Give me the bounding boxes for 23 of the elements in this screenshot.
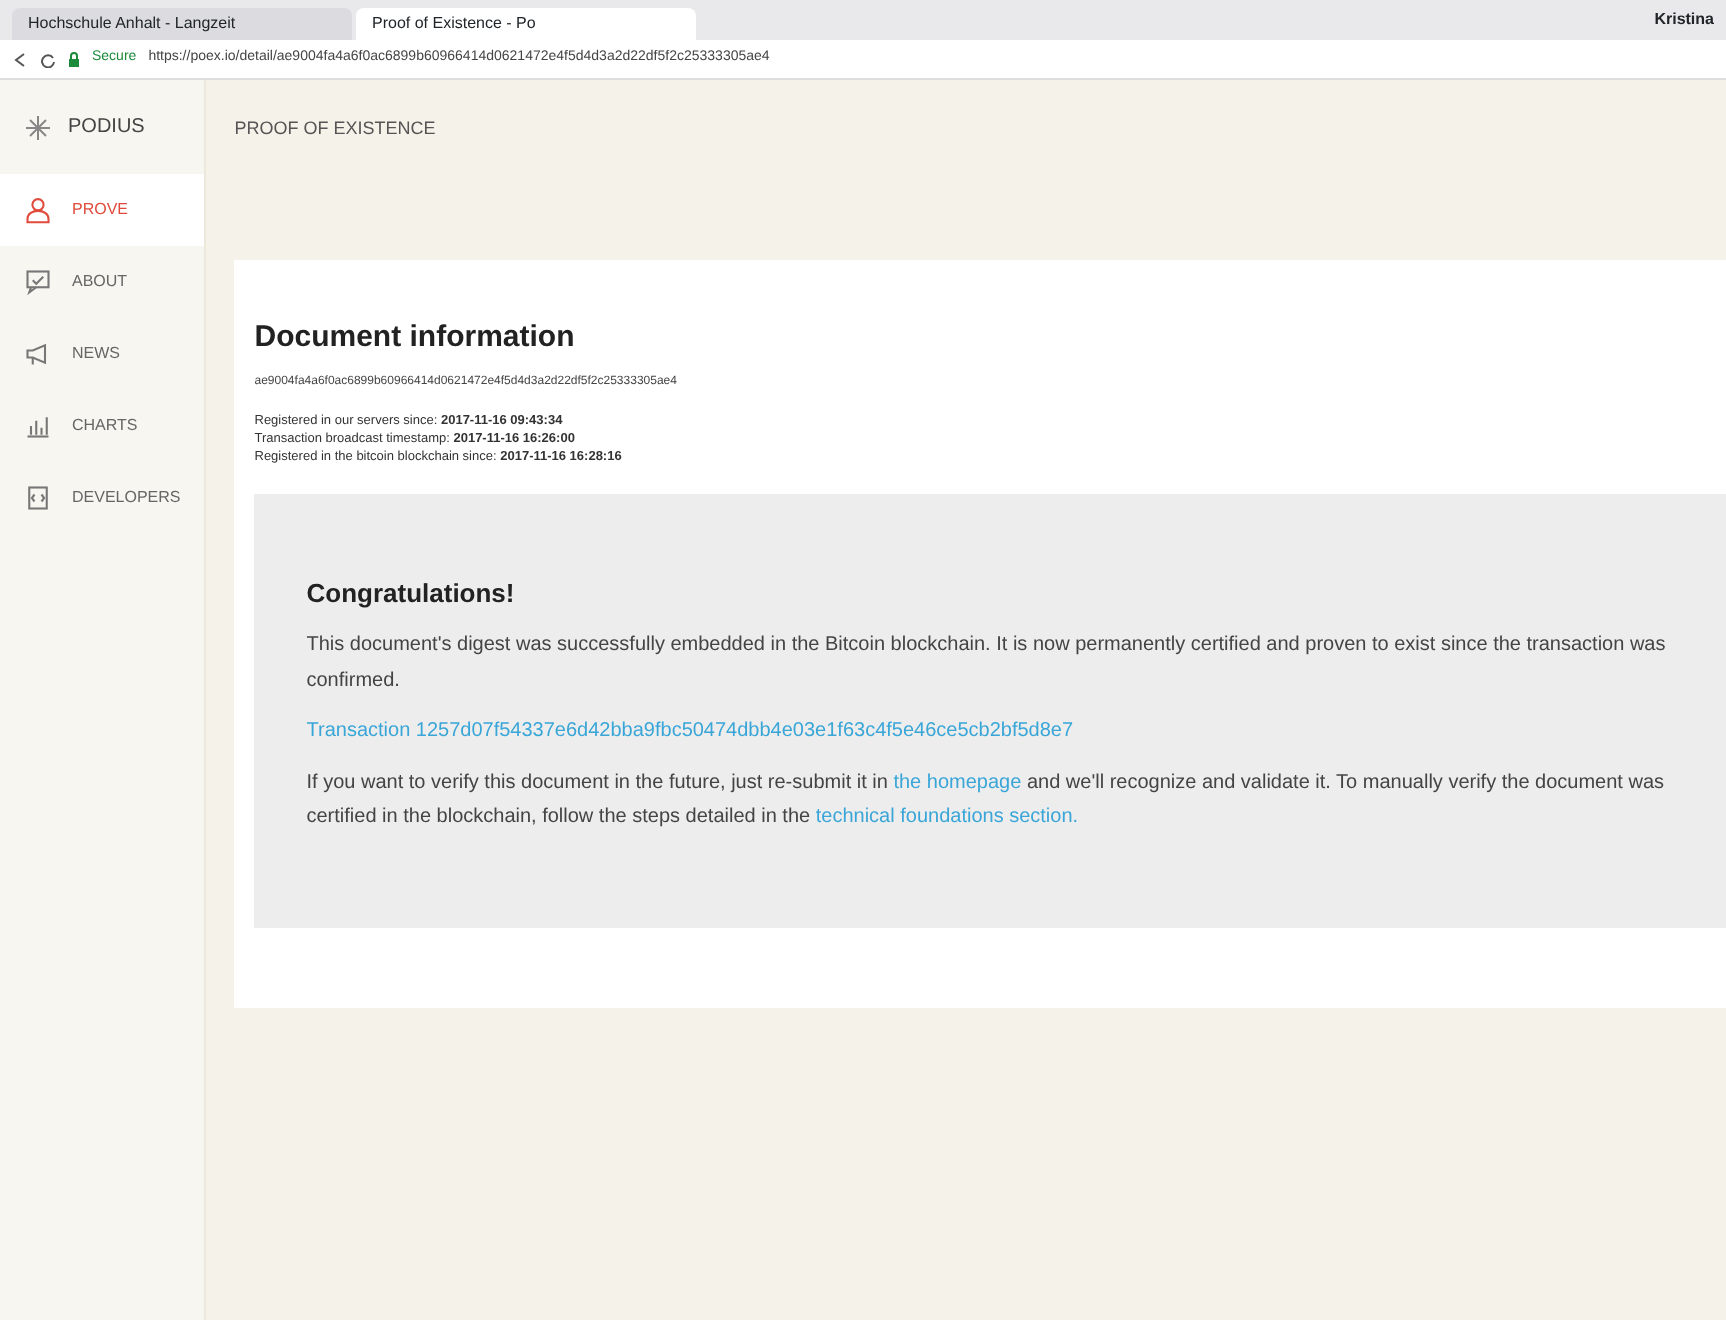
logo-icon [24,113,52,141]
person-icon [24,196,52,224]
browser-tab[interactable]: Hochschule Anhalt - Langzeit [12,8,352,40]
result-title: Congratulations! [306,575,517,612]
sidebar-item[interactable]: PROVE [0,174,205,246]
back-icon[interactable] [12,51,28,67]
chart-icon [24,412,52,440]
verify-paragraph: If you want to verify this document in the future, just re-submit it in the homepage and we'll recognize and validate it. To manually verify the document was certified in the blockchain, follow the steps detailed in the technical foundations section. [306,769,1667,833]
sidebar-item[interactable]: CHARTS [0,390,205,462]
sidebar-item[interactable]: NEWS [0,318,205,390]
sidebar-item[interactable]: ABOUT [0,246,205,318]
result-message: This document's digest was successfully embedded in the Bitcoin blockchain. It is now permanently certified and proven to exist since the transaction was confirmed. [306,632,1668,696]
page-heading: PROOF OF EXISTENCE [232,116,438,142]
profile-name[interactable]: Kristina [1654,8,1714,32]
browser-tab[interactable]: Proof of Existence - Po [356,8,696,40]
code-icon [24,484,52,512]
chat-icon [24,268,52,296]
sidebar-item[interactable]: DEVELOPERS [0,462,205,534]
megaphone-icon [24,340,52,368]
logo-text: PODIUS [68,114,145,142]
document-title: Document information [254,318,577,358]
reload-icon[interactable] [40,51,56,67]
lock-icon [68,51,80,67]
